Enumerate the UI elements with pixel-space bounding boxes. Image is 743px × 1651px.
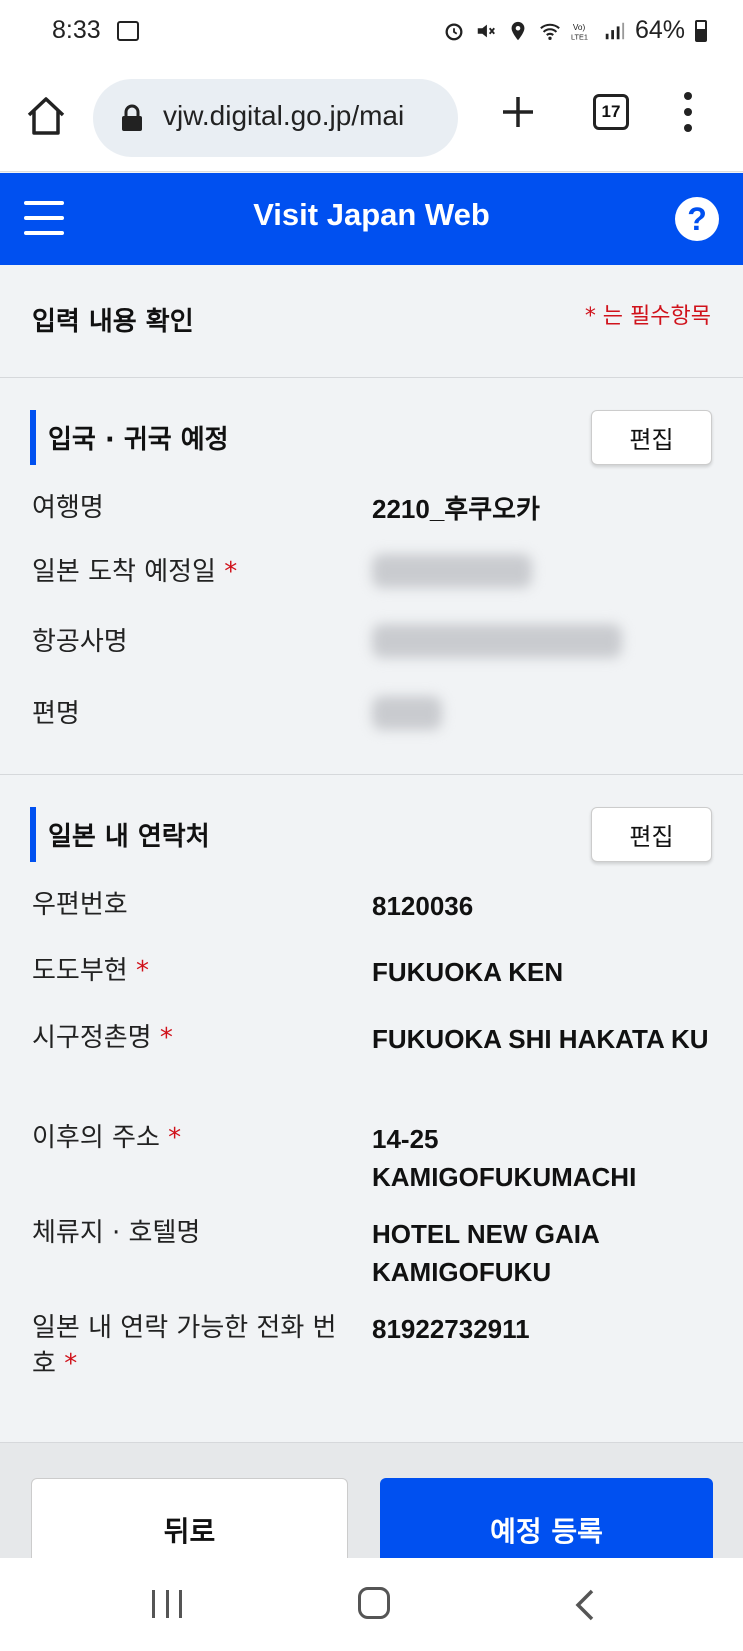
required-mark: * [135,956,149,986]
section-entry-return-schedule: 입국 · 귀국 예정 편집 여행명 2210_후쿠오카 일본 도착 예정일 * … [0,378,743,775]
mute-icon [477,24,495,37]
wifi-icon [540,23,560,40]
field-value: 2210_후쿠오카 [372,494,540,524]
field-label: 우편번호 [32,890,128,920]
tab-switcher-button[interactable]: 17 [593,94,629,130]
field-label: 체류지 · 호텔명 [32,1218,201,1248]
battery-icon [695,19,707,42]
field-label: 이후의 주소 * [32,1123,182,1153]
lock-icon [122,104,142,131]
volte-icon: Vo)LTE1 [571,23,588,41]
edit-button[interactable]: 편집 [591,410,712,465]
recent-apps-icon[interactable] [152,1590,182,1618]
status-icons: Vo) LTE1 64% [443,16,707,45]
svg-text:Vo): Vo) [573,23,586,32]
page-title: 입력 내용 확인 [32,307,194,337]
field-value: HOTEL NEW GAIA KAMIGOFUKU [372,1219,599,1287]
section-title-bar: 입국 · 귀국 예정 [30,410,229,465]
location-icon [511,21,525,40]
browser-menu-icon[interactable] [678,92,698,132]
app-title: Visit Japan Web [253,197,490,232]
field-value: 14-25 KAMIGOFUKUMACHI [372,1124,637,1192]
image-icon [117,21,139,41]
new-tab-icon[interactable] [498,92,538,132]
required-mark: * [168,1123,182,1153]
system-nav-bar [0,1558,743,1651]
address-bar[interactable]: vjw.digital.go.jp/mai [93,79,458,157]
required-mark: * [64,1349,78,1379]
status-time: 8:33 [52,16,101,44]
battery-percent: 64% [634,16,685,44]
field-value-redacted [372,624,712,668]
home-icon[interactable] [24,94,68,138]
field-value: FUKUOKA SHI HAKATA KU [372,1024,709,1054]
back-button[interactable]: 뒤로 [31,1478,348,1568]
required-mark: * [159,1023,173,1053]
url-text: vjw.digital.go.jp/mai [163,100,405,131]
app-header: Visit Japan Web ? [0,173,743,265]
field-label: 일본 도착 예정일 * [32,557,238,587]
field-value: 81922732911 [372,1314,530,1344]
browser-toolbar: vjw.digital.go.jp/mai 17 [0,62,743,172]
back-nav-icon[interactable] [570,1588,600,1622]
field-value-redacted [372,696,712,740]
page-heading: 입력 내용 확인 * 는 필수항목 [0,265,743,378]
required-note: * 는 필수항목 [584,304,711,329]
field-label: 항공사명 [32,627,128,657]
field-label: 편명 [32,699,80,729]
action-bar: 뒤로 예정 등록 [0,1443,743,1568]
field-value: 8120036 [372,891,474,921]
section-title: 일본 내 연락처 [48,822,210,852]
status-bar: 8:33 Vo) LTE1 64% [0,0,743,62]
home-nav-icon[interactable] [358,1587,390,1619]
help-icon[interactable]: ? [675,197,719,241]
field-label: 도도부현 * [32,956,149,986]
svg-text:LTE1: LTE1 [571,32,588,41]
field-value: FUKUOKA KEN [372,957,564,987]
field-label: 여행명 [32,493,104,523]
alarm-icon [445,22,463,40]
signal-icon [605,22,625,39]
required-mark: * [224,557,238,587]
field-label: 일본 내 연락 가능한 전화 번호 * [32,1313,337,1379]
section-title: 입국 · 귀국 예정 [48,425,229,455]
field-value-redacted [372,554,712,598]
register-schedule-button[interactable]: 예정 등록 [380,1478,713,1568]
section-title-bar: 일본 내 연락처 [30,807,210,862]
edit-button[interactable]: 편집 [591,807,712,862]
section-japan-contact: 일본 내 연락처 편집 우편번호 8120036 도도부현 * FUKUOKA … [0,775,743,1443]
field-label: 시구정촌명 * [32,1023,173,1053]
